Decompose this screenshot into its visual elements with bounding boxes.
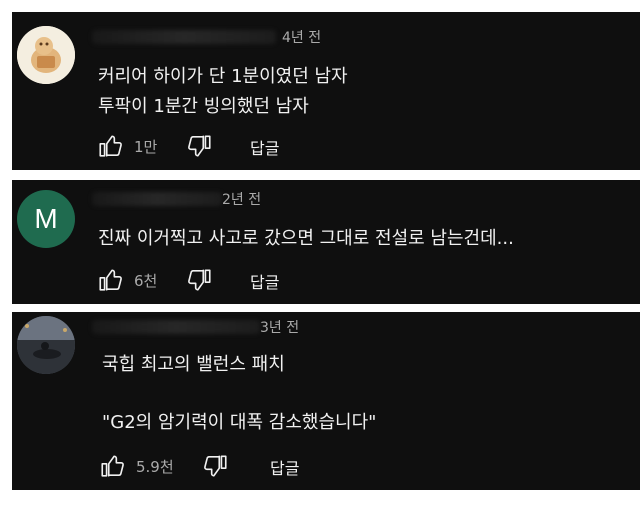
comment-text-line: 국힙 최고의 밸런스 패치: [102, 354, 285, 375]
comment-time: 2년 전: [222, 192, 262, 208]
thumb-up-icon: [99, 269, 122, 291]
like-count: 5.9천: [136, 458, 174, 476]
dislike-button[interactable]: [186, 266, 214, 294]
comment-card: 3년 전 국힙 최고의 밸런스 패치 "G2의 암기력이 대폭 감소했습니다" …: [12, 312, 640, 490]
comment-text-line: 진짜 이거찍고 사고로 갔으면 그대로 전설로 남는건데...: [98, 228, 514, 249]
reply-button[interactable]: 답글: [250, 135, 279, 159]
dislike-button[interactable]: [202, 452, 230, 480]
comment-text-line: 커리어 하이가 단 1분이였던 남자: [98, 66, 348, 87]
comment-actions: 1만 답글: [96, 132, 396, 160]
comment-actions: 5.9천 답글: [98, 452, 418, 480]
comment-text-line: 투팍이 1분간 빙의했던 남자: [98, 96, 309, 117]
like-count: 6천: [134, 272, 158, 290]
thumb-up-icon: [101, 455, 124, 477]
like-button[interactable]: [96, 266, 124, 294]
comment-card: M 2년 전 진짜 이거찍고 사고로 갔으면 그대로 전설로 남는건데... 6…: [12, 180, 640, 304]
dislike-button[interactable]: [186, 132, 214, 160]
avatar[interactable]: M: [17, 190, 75, 248]
thumb-down-icon: [204, 455, 227, 477]
night-scene-avatar-icon: [17, 316, 75, 374]
author-name-redacted[interactable]: [92, 30, 276, 44]
reply-button[interactable]: 답글: [270, 455, 299, 479]
thumb-down-icon: [188, 135, 211, 157]
like-button[interactable]: [98, 452, 126, 480]
thumb-up-icon: [99, 135, 122, 157]
comment-card: 4년 전 커리어 하이가 단 1분이였던 남자 투팍이 1분간 빙의했던 남자 …: [12, 12, 640, 170]
comment-time: 4년 전: [282, 30, 322, 46]
comment-actions: 6천 답글: [96, 266, 396, 294]
comment-time: 3년 전: [260, 320, 300, 336]
like-count: 1만: [134, 138, 158, 156]
author-name-redacted[interactable]: [92, 192, 222, 206]
author-name-redacted[interactable]: [92, 320, 260, 334]
avatar[interactable]: [17, 26, 75, 84]
figure-avatar-icon: [17, 26, 75, 84]
like-button[interactable]: [96, 132, 124, 160]
reply-button[interactable]: 답글: [250, 269, 279, 293]
avatar[interactable]: [17, 316, 75, 374]
comment-text-line: "G2의 암기력이 대폭 감소했습니다": [102, 412, 377, 433]
thumb-down-icon: [188, 269, 211, 291]
avatar-letter: M: [34, 203, 58, 234]
